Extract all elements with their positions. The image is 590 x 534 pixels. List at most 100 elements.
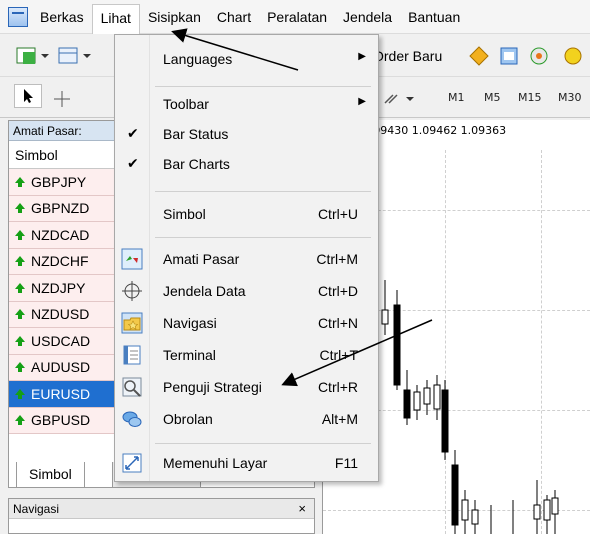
expert-icon xyxy=(564,47,582,65)
chat-icon xyxy=(122,411,142,427)
timeframe-m5[interactable]: M5 xyxy=(484,91,501,104)
menu-item-jendela-data[interactable]: Jendela Data Ctrl+D xyxy=(115,277,378,307)
menu-item-terminal[interactable]: Terminal Ctrl+T xyxy=(115,341,378,371)
checkmark-icon: ✔ xyxy=(127,125,139,141)
menu-item-shortcut: Ctrl+R xyxy=(317,379,358,395)
fullscreen-icon xyxy=(122,453,142,473)
menu-item-label: Languages xyxy=(163,51,233,67)
up-arrow-icon xyxy=(15,282,25,293)
menu-item-label: Navigasi xyxy=(163,315,217,331)
cursor-tool-button[interactable] xyxy=(14,84,42,108)
symbol-label: GBPNZD xyxy=(31,200,90,217)
submenu-arrow-icon: ▶ xyxy=(358,51,366,62)
navigator-close-icon[interactable]: × xyxy=(298,499,306,519)
new-chart-icon xyxy=(16,47,49,64)
up-arrow-icon xyxy=(15,335,25,346)
menu-item-bar-status[interactable]: ✔ Bar Status xyxy=(115,120,378,150)
cursor-icon xyxy=(24,89,33,103)
market-watch-icon xyxy=(121,248,143,270)
new-chart-button[interactable] xyxy=(14,41,50,71)
symbol-label: USDCAD xyxy=(31,332,91,349)
symbol-label: GBPUSD xyxy=(31,412,91,429)
symbol-label: NZDCAD xyxy=(31,226,90,243)
menu-item-bar-charts[interactable]: ✔ Bar Charts xyxy=(115,150,378,180)
menu-item-label: Terminal xyxy=(163,347,216,363)
profiles-icon xyxy=(58,47,91,64)
menu-jendela[interactable]: Jendela xyxy=(335,3,400,31)
submenu-arrow-icon: ▶ xyxy=(358,96,366,107)
menu-separator xyxy=(155,86,371,87)
menu-item-simbol[interactable]: Simbol Ctrl+U xyxy=(115,200,378,230)
menu-item-shortcut: Ctrl+U xyxy=(317,206,358,222)
up-arrow-icon xyxy=(15,362,25,373)
menu-item-penguji-strategi[interactable]: Penguji Strategi Ctrl+R xyxy=(115,373,378,403)
menu-separator xyxy=(155,191,371,192)
timeframe-m15[interactable]: M15 xyxy=(518,91,542,104)
profiles-button[interactable] xyxy=(56,41,92,71)
menu-item-languages[interactable]: Languages ▶ xyxy=(115,45,378,75)
symbol-label: EURUSD xyxy=(31,385,91,402)
menu-item-shortcut: Ctrl+N xyxy=(317,315,358,331)
up-arrow-icon xyxy=(15,176,25,187)
menu-separator xyxy=(155,443,371,444)
tab-simbol[interactable]: Simbol xyxy=(16,462,85,488)
menu-item-toolbar[interactable]: Toolbar ▶ xyxy=(115,90,378,120)
navigator-panel: Navigasi × xyxy=(8,498,315,534)
up-arrow-icon xyxy=(15,229,25,240)
toolbar-history-button[interactable] xyxy=(498,41,520,71)
menu-item-navigasi[interactable]: Navigasi Ctrl+N xyxy=(115,309,378,339)
symbol-label: NZDUSD xyxy=(31,306,90,323)
timeframe-m30[interactable]: M30 xyxy=(558,91,582,104)
menubar: Berkas Lihat Sisipkan Chart Peralatan Je… xyxy=(0,0,590,34)
toolbar-diamond-button[interactable] xyxy=(468,41,490,71)
menu-item-shortcut: Ctrl+M xyxy=(316,251,358,267)
menu-item-shortcut: Ctrl+T xyxy=(319,347,359,363)
diamond-icon xyxy=(469,46,489,66)
menu-separator xyxy=(155,237,371,238)
menu-peralatan[interactable]: Peralatan xyxy=(259,3,335,31)
menu-item-label: Obrolan xyxy=(163,411,213,427)
symbol-label: AUDUSD xyxy=(31,359,91,376)
menu-item-label: Bar Charts xyxy=(163,156,230,172)
menu-item-label: Memenuhi Layar xyxy=(163,455,268,471)
up-arrow-icon xyxy=(15,415,25,426)
toolbar-expert-button[interactable] xyxy=(562,41,584,71)
line-tools-button[interactable] xyxy=(380,84,420,114)
menu-item-shortcut: F11 xyxy=(334,455,358,471)
menu-bantuan[interactable]: Bantuan xyxy=(400,3,468,31)
menu-lihat[interactable]: Lihat xyxy=(91,3,140,34)
crosshair-tool-button[interactable] xyxy=(50,84,74,114)
menu-item-memenuhi-layar[interactable]: Memenuhi Layar F11 xyxy=(115,449,378,479)
menu-chart[interactable]: Chart xyxy=(209,3,259,31)
checkmark-icon: ✔ xyxy=(127,155,139,171)
up-arrow-icon xyxy=(15,256,25,267)
menu-berkas[interactable]: Berkas xyxy=(32,3,92,31)
navigator-title: Navigasi xyxy=(13,502,60,516)
history-icon xyxy=(500,47,518,65)
navigator-folder-icon xyxy=(121,312,143,334)
crosshair-icon xyxy=(54,91,70,107)
menu-sisipkan[interactable]: Sisipkan xyxy=(140,3,209,31)
menu-item-obrolan[interactable]: Obrolan Alt+M xyxy=(115,405,378,435)
menu-item-label: Toolbar xyxy=(163,96,209,112)
terminal-icon xyxy=(123,345,141,365)
file-menu-icon xyxy=(8,6,28,27)
toolbar-radar-button[interactable] xyxy=(528,41,550,71)
crosshair-icon xyxy=(122,281,142,301)
menu-item-label: Jendela Data xyxy=(163,283,246,299)
lihat-dropdown-menu: Languages ▶ Toolbar ▶ ✔ Bar Status ✔ Bar… xyxy=(114,34,379,482)
timeframe-m1[interactable]: M1 xyxy=(448,91,465,104)
navigator-title-bar: Navigasi × xyxy=(9,499,314,519)
menu-item-amati-pasar[interactable]: Amati Pasar Ctrl+M xyxy=(115,245,378,275)
strategy-tester-icon xyxy=(122,377,142,397)
up-arrow-icon xyxy=(15,309,25,320)
up-arrow-icon xyxy=(15,388,25,399)
new-order-button[interactable]: Order Baru xyxy=(373,48,442,64)
menu-item-label: Amati Pasar xyxy=(163,251,240,267)
signal-icon xyxy=(530,47,548,65)
symbol-label: NZDJPY xyxy=(31,279,86,296)
line-tools-icon xyxy=(384,94,414,104)
symbol-label: GBPJPY xyxy=(31,173,87,190)
up-arrow-icon xyxy=(15,203,25,214)
menu-item-shortcut: Alt+M xyxy=(321,411,358,427)
